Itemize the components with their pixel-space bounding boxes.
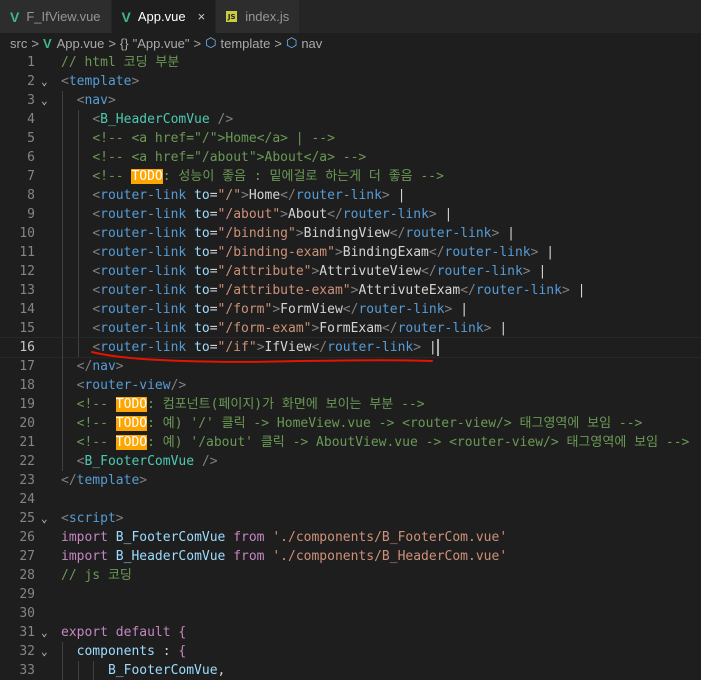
red-underline-annotation (91, 351, 433, 363)
